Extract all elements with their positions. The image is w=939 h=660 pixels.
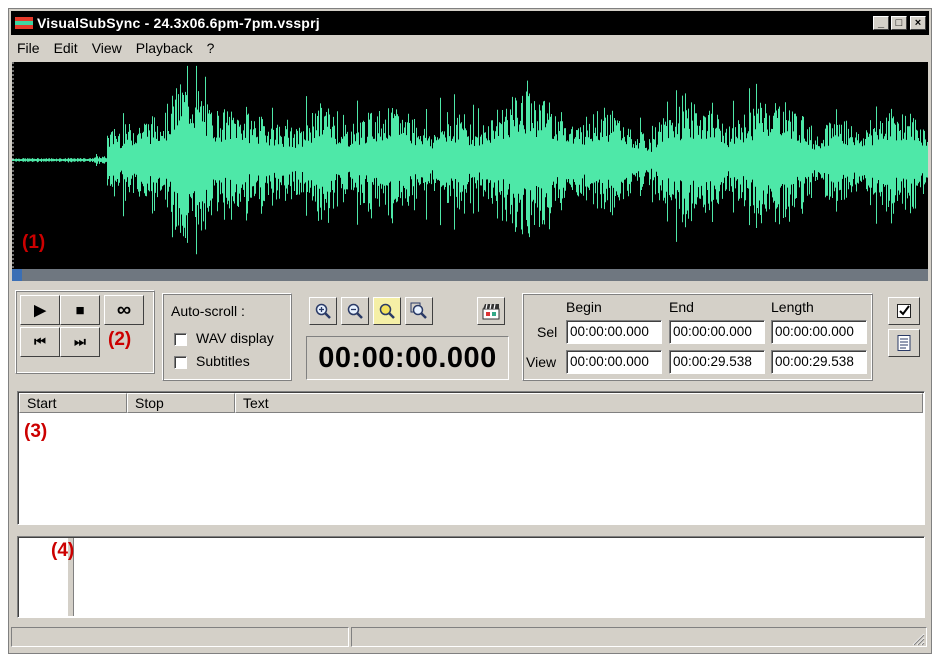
view-end-field[interactable]: 00:00:29.538 bbox=[669, 350, 765, 374]
menu-view[interactable]: View bbox=[85, 40, 129, 56]
menu-edit[interactable]: Edit bbox=[47, 40, 85, 56]
wav-display-checkbox[interactable] bbox=[174, 333, 187, 346]
window-title: VisualSubSync - 24.3x06.6pm-7pm.vssprj bbox=[37, 15, 320, 31]
play-icon: ▶ bbox=[34, 302, 46, 319]
zoom-out-icon bbox=[347, 303, 363, 319]
document-icon bbox=[897, 335, 911, 351]
zoom-all-icon bbox=[410, 302, 427, 319]
marker-label-1: (1) bbox=[22, 232, 46, 253]
sel-row-label: Sel bbox=[537, 324, 558, 340]
title-bar[interactable]: VisualSubSync - 24.3x06.6pm-7pm.vssprj _… bbox=[11, 11, 929, 35]
app-icon[interactable] bbox=[15, 15, 33, 31]
column-header-stop[interactable]: Stop bbox=[127, 393, 235, 413]
status-panel-left bbox=[11, 627, 349, 647]
begin-header: Begin bbox=[566, 299, 602, 315]
zoom-in-button[interactable] bbox=[309, 297, 337, 325]
menu-bar: File Edit View Playback ? bbox=[11, 37, 929, 59]
menu-file[interactable]: File bbox=[11, 40, 47, 56]
status-bar bbox=[11, 627, 929, 649]
minimize-button[interactable]: _ bbox=[873, 16, 889, 30]
check-button[interactable] bbox=[888, 297, 920, 325]
sel-begin-field[interactable]: 00:00:00.000 bbox=[566, 320, 662, 344]
sel-length-field[interactable]: 00:00:00.000 bbox=[771, 320, 867, 344]
text-view-button[interactable] bbox=[888, 329, 920, 357]
stop-button[interactable]: ■ bbox=[60, 295, 100, 325]
marker-label-2: (2) bbox=[108, 329, 132, 350]
length-header: Length bbox=[771, 299, 814, 315]
clapperboard-icon bbox=[482, 303, 500, 320]
skip-back-icon: ⏮ bbox=[34, 334, 46, 349]
loop-button[interactable]: ∞ bbox=[104, 295, 144, 325]
skip-forward-button[interactable]: ⏭ bbox=[60, 327, 100, 357]
autoscroll-panel: Auto-scroll : WAV display Subtitles bbox=[162, 293, 292, 381]
close-icon: × bbox=[914, 16, 922, 29]
zoom-out-button[interactable] bbox=[341, 297, 369, 325]
end-header: End bbox=[669, 299, 694, 315]
skip-back-button[interactable]: ⏮ bbox=[20, 327, 60, 357]
scrollbar-thumb[interactable] bbox=[12, 269, 22, 281]
loop-icon: ∞ bbox=[116, 298, 132, 321]
timing-panel: Begin End Length Sel 00:00:00.000 00:00:… bbox=[522, 293, 873, 381]
transport-panel: ▶ ■ ∞ ⏮ ⏭ (2) bbox=[15, 290, 155, 374]
minimize-icon: _ bbox=[877, 16, 885, 29]
app-window: VisualSubSync - 24.3x06.6pm-7pm.vssprj _… bbox=[8, 8, 932, 654]
autoscroll-label: Auto-scroll : bbox=[171, 303, 245, 319]
subtitles-label: Subtitles bbox=[196, 353, 250, 369]
subtitles-checkbox[interactable] bbox=[174, 356, 187, 369]
maximize-button[interactable]: □ bbox=[891, 16, 907, 30]
subtitle-edit-area[interactable]: (4) bbox=[17, 536, 925, 618]
view-row-label: View bbox=[526, 354, 557, 370]
marker-label-4: (4) bbox=[51, 540, 75, 561]
column-header-text[interactable]: Text bbox=[235, 393, 923, 413]
zoom-in-icon bbox=[315, 303, 331, 319]
waveform-graphic bbox=[12, 62, 928, 269]
menu-help[interactable]: ? bbox=[200, 40, 222, 56]
menu-playback[interactable]: Playback bbox=[129, 40, 200, 56]
waveform-display[interactable]: (1) bbox=[12, 62, 928, 269]
zoom-all-button[interactable] bbox=[405, 297, 433, 325]
clapperboard-button[interactable] bbox=[477, 297, 505, 325]
view-begin-field[interactable]: 00:00:00.000 bbox=[566, 350, 662, 374]
skip-forward-icon: ⏭ bbox=[74, 334, 86, 349]
current-time-display: 00:00:00.000 bbox=[306, 336, 509, 380]
subtitle-list[interactable]: Start Stop Text (3) bbox=[17, 391, 925, 525]
zoom-selection-button[interactable] bbox=[373, 297, 401, 325]
zoom-selection-icon bbox=[379, 303, 395, 319]
column-header-start[interactable]: Start bbox=[19, 393, 127, 413]
play-button[interactable]: ▶ bbox=[20, 295, 60, 325]
waveform-scrollbar[interactable] bbox=[12, 269, 928, 281]
subtitle-list-header: Start Stop Text bbox=[19, 393, 923, 413]
view-length-field[interactable]: 00:00:29.538 bbox=[771, 350, 867, 374]
status-panel-right bbox=[351, 627, 927, 647]
wav-display-label: WAV display bbox=[196, 330, 274, 346]
sel-end-field[interactable]: 00:00:00.000 bbox=[669, 320, 765, 344]
checkmark-icon bbox=[897, 304, 911, 318]
stop-icon: ■ bbox=[75, 301, 85, 319]
resize-grip-icon[interactable] bbox=[911, 632, 925, 646]
marker-label-3: (3) bbox=[24, 421, 48, 442]
maximize-icon: □ bbox=[895, 16, 903, 29]
close-button[interactable]: × bbox=[910, 16, 926, 30]
